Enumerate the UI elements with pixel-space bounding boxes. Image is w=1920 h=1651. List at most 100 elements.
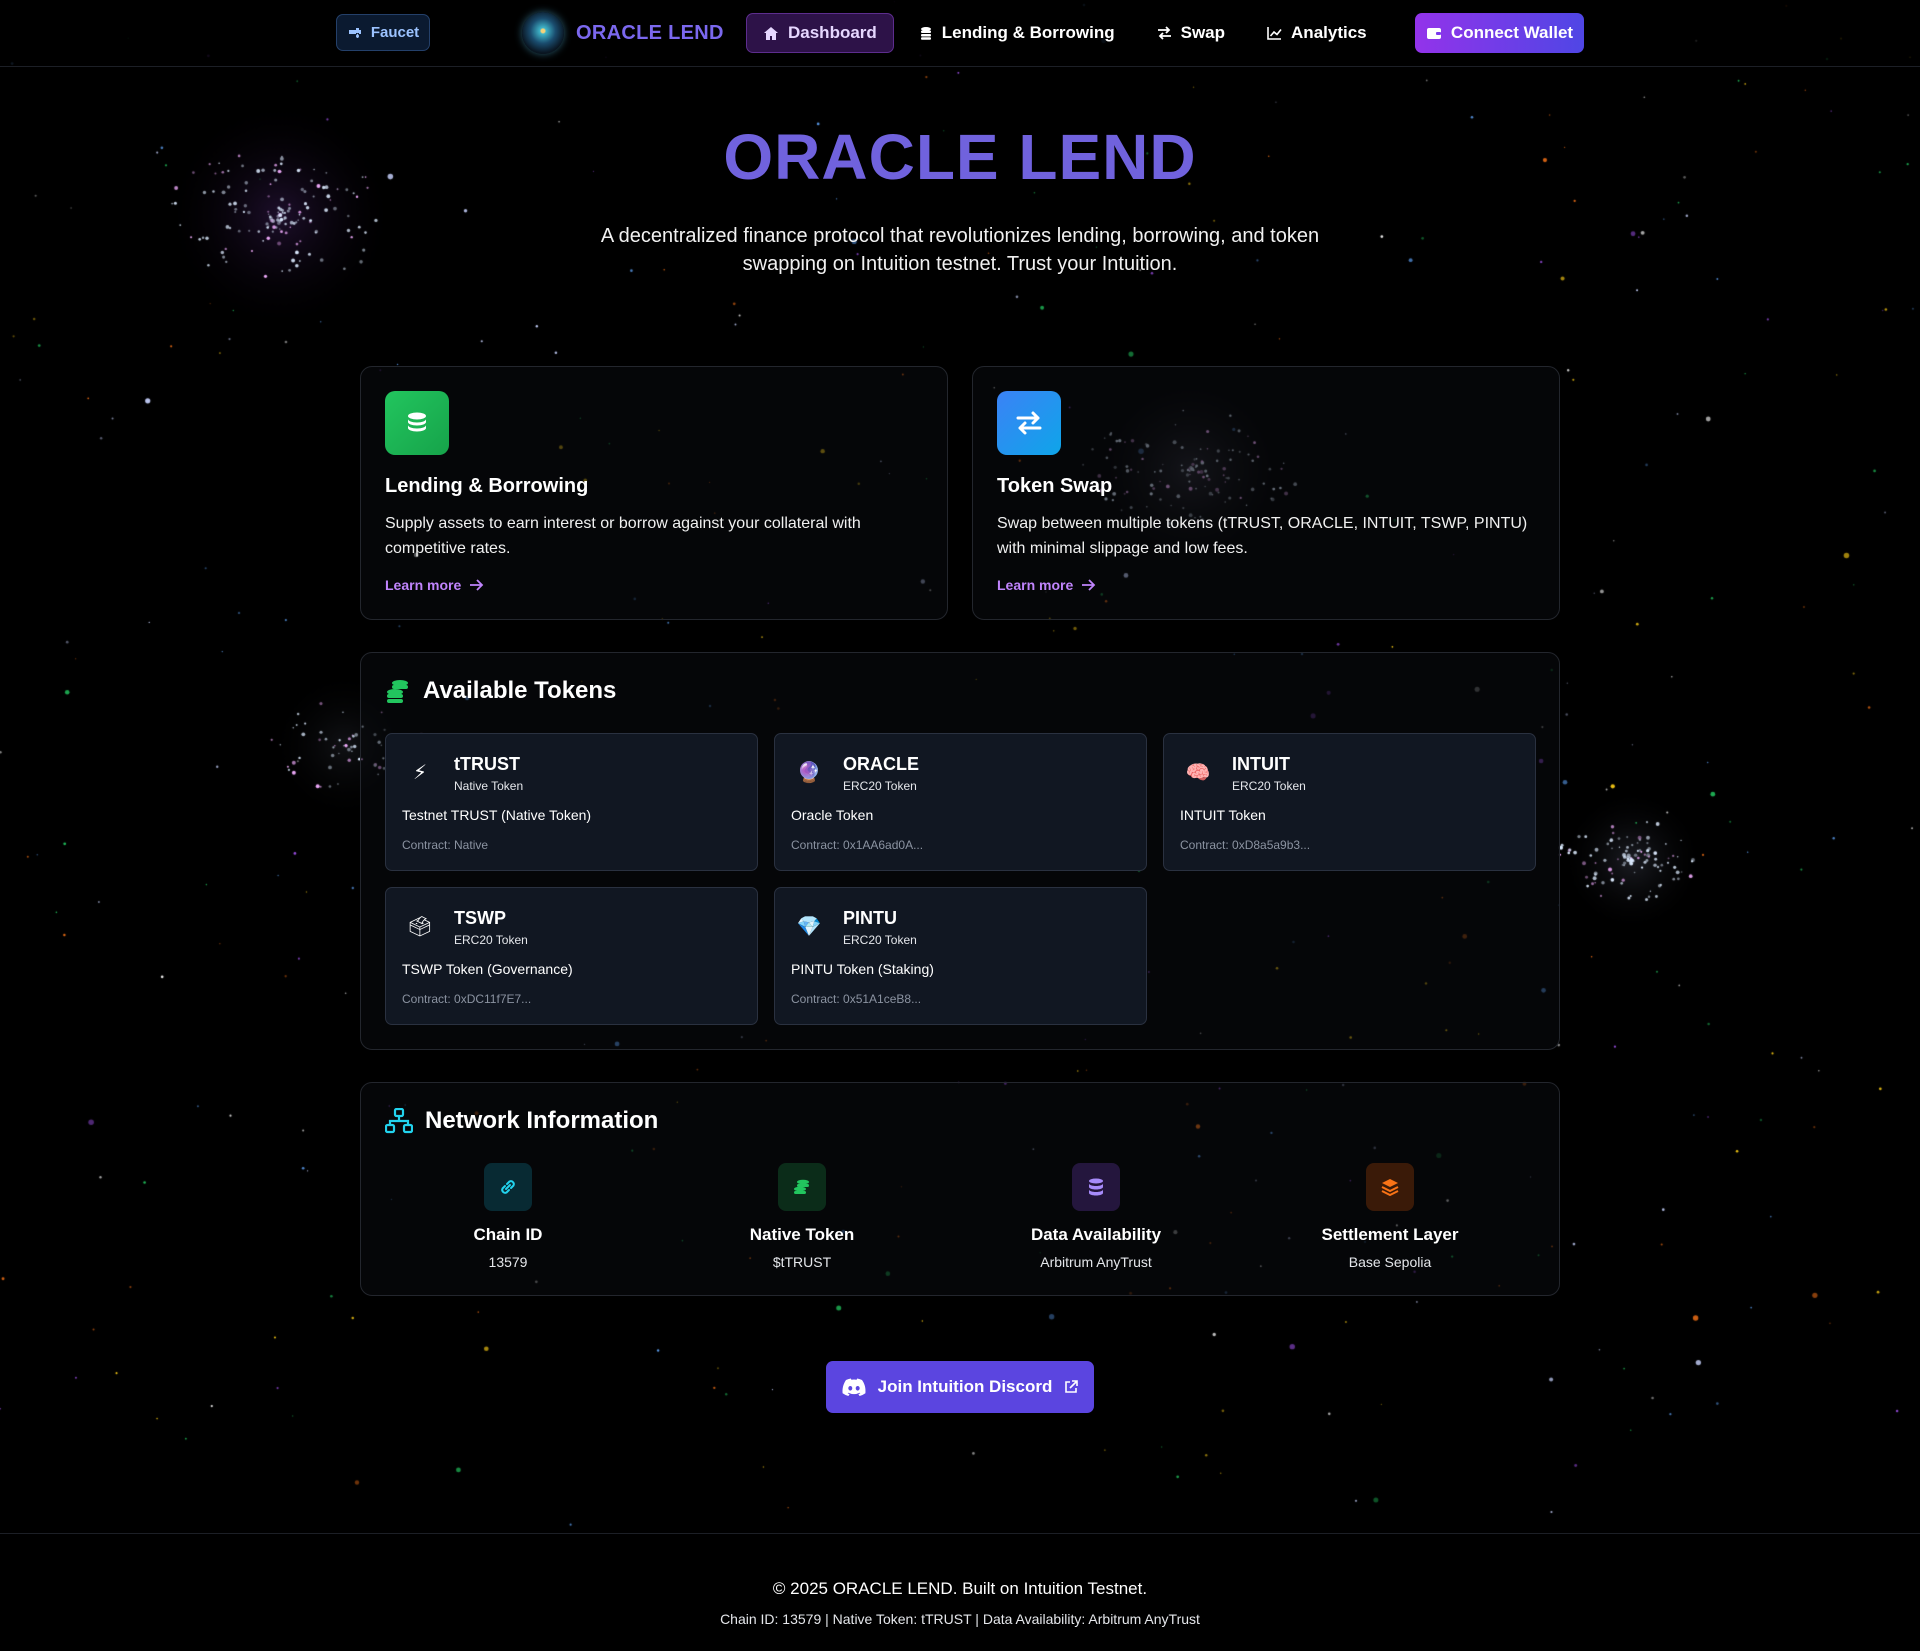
token-symbol: INTUIT bbox=[1232, 754, 1290, 774]
link-icon bbox=[484, 1163, 532, 1211]
crystal-ball-icon: 🔮 bbox=[796, 761, 822, 784]
token-name: PINTU Token (Staking) bbox=[791, 961, 934, 977]
network-item-data-availability: Data Availability Arbitrum AnyTrust bbox=[949, 1163, 1243, 1270]
network-label: Settlement Layer bbox=[1321, 1225, 1459, 1244]
chart-line-icon bbox=[1267, 27, 1282, 40]
network-label: Chain ID bbox=[473, 1225, 543, 1244]
database-icon bbox=[1072, 1163, 1120, 1211]
coins-icon bbox=[385, 391, 449, 455]
nav-links: Dashboard Lending & Borrowing Swap Analy… bbox=[746, 13, 1384, 53]
network-label: Native Token bbox=[749, 1225, 855, 1244]
hero-title: ORACLE LEND bbox=[723, 121, 1197, 193]
faucet-button[interactable]: Faucet bbox=[336, 14, 430, 51]
swap-arrows-icon bbox=[997, 391, 1061, 455]
ballot-box-icon: 🗳 bbox=[407, 915, 433, 938]
top-nav: Faucet ORACLE LEND Dashboard Lending & B… bbox=[0, 0, 1920, 67]
feature-description: Supply assets to earn interest or borrow… bbox=[385, 515, 861, 557]
hero-subtitle: A decentralized finance protocol that re… bbox=[600, 225, 1320, 275]
token-card-ttrust[interactable]: ⚡ tTRUST Native Token Testnet TRUST (Nat… bbox=[385, 733, 758, 871]
token-card-oracle[interactable]: 🔮 ORACLE ERC20 Token Oracle Token Contra… bbox=[774, 733, 1147, 871]
layers-icon bbox=[1366, 1163, 1414, 1211]
token-card-intuit[interactable]: 🧠 INTUIT ERC20 Token INTUIT Token Contra… bbox=[1163, 733, 1536, 871]
join-discord-label: Join Intuition Discord bbox=[877, 1377, 1053, 1396]
network-item-settlement-layer: Settlement Layer Base Sepolia bbox=[1243, 1163, 1537, 1270]
network-item-chain-id: Chain ID 13579 bbox=[361, 1163, 655, 1270]
nav-analytics-label: Analytics bbox=[1291, 23, 1367, 42]
arrow-right-icon bbox=[1082, 579, 1096, 591]
home-icon bbox=[764, 26, 778, 40]
token-contract: Contract: Native bbox=[402, 838, 489, 852]
section-heading: Available Tokens bbox=[385, 677, 616, 705]
nav-swap-label: Swap bbox=[1180, 23, 1226, 42]
faucet-icon bbox=[348, 27, 361, 38]
brand[interactable]: ORACLE LEND bbox=[522, 12, 724, 54]
token-contract: Contract: 0xD8a5a9b3... bbox=[1180, 838, 1311, 852]
footer-info: Chain ID: 13579 | Native Token: tTRUST |… bbox=[720, 1611, 1200, 1627]
token-symbol: ORACLE bbox=[843, 754, 919, 774]
swap-arrows-icon bbox=[1157, 26, 1171, 40]
token-type: ERC20 Token bbox=[843, 933, 917, 947]
join-discord-button[interactable]: Join Intuition Discord bbox=[826, 1361, 1094, 1413]
nav-analytics[interactable]: Analytics bbox=[1250, 13, 1384, 53]
learn-more-label: Learn more bbox=[385, 577, 462, 593]
token-name: Oracle Token bbox=[791, 807, 874, 823]
network-value: 13579 bbox=[488, 1254, 528, 1270]
learn-more-link[interactable]: Learn more bbox=[997, 577, 1096, 593]
token-contract: Contract: 0x1AA6ad0A... bbox=[791, 838, 924, 852]
connect-wallet-label: Connect Wallet bbox=[1450, 23, 1574, 42]
coins-icon bbox=[387, 680, 408, 703]
section-heading: Network Information bbox=[385, 1107, 658, 1135]
learn-more-link[interactable]: Learn more bbox=[385, 577, 484, 593]
nav-dashboard[interactable]: Dashboard bbox=[746, 13, 894, 53]
token-name: Testnet TRUST (Native Token) bbox=[402, 807, 592, 823]
brand-logo bbox=[522, 12, 564, 54]
nav-dashboard-label: Dashboard bbox=[788, 23, 877, 42]
nav-swap[interactable]: Swap bbox=[1140, 13, 1242, 53]
nav-lending-borrowing[interactable]: Lending & Borrowing bbox=[902, 13, 1132, 53]
token-symbol: tTRUST bbox=[454, 754, 520, 774]
feature-description: Swap between multiple tokens (tTRUST, OR… bbox=[997, 515, 1528, 557]
network-label: Data Availability bbox=[1030, 1225, 1162, 1244]
network-value: Arbitrum AnyTrust bbox=[1040, 1254, 1152, 1270]
token-card-tswp[interactable]: 🗳 TSWP ERC20 Token TSWP Token (Governanc… bbox=[385, 887, 758, 1025]
nav-lending-label: Lending & Borrowing bbox=[941, 23, 1115, 42]
network-information-section: Network Information Chain ID 13579 Nativ… bbox=[360, 1082, 1560, 1296]
token-contract: Contract: 0xDC11f7E7... bbox=[402, 992, 532, 1006]
coins-icon bbox=[778, 1163, 826, 1211]
token-type: ERC20 Token bbox=[1232, 779, 1306, 793]
section-title: Available Tokens bbox=[423, 677, 617, 704]
network-value: Base Sepolia bbox=[1348, 1254, 1432, 1270]
token-contract: Contract: 0x51A1ceB8... bbox=[791, 992, 922, 1006]
footer-copyright: © 2025 ORACLE LEND. Built on Intuition T… bbox=[772, 1579, 1148, 1598]
available-tokens-section: Available Tokens ⚡ tTRUST Native Token T… bbox=[360, 652, 1560, 1050]
token-symbol: PINTU bbox=[843, 908, 897, 928]
token-symbol: TSWP bbox=[454, 908, 506, 928]
section-title: Network Information bbox=[425, 1107, 659, 1134]
gem-icon: 💎 bbox=[796, 915, 822, 938]
wallet-icon bbox=[1426, 28, 1441, 39]
feature-title: Lending & Borrowing bbox=[385, 475, 589, 497]
token-name: TSWP Token (Governance) bbox=[402, 961, 573, 977]
token-type: ERC20 Token bbox=[843, 779, 917, 793]
lightning-icon: ⚡ bbox=[412, 761, 428, 784]
discord-icon bbox=[842, 1378, 866, 1396]
arrow-right-icon bbox=[470, 579, 484, 591]
token-type: ERC20 Token bbox=[454, 933, 528, 947]
faucet-label: Faucet bbox=[370, 24, 420, 41]
learn-more-label: Learn more bbox=[997, 577, 1074, 593]
feature-card-lending[interactable]: Lending & Borrowing Supply assets to ear… bbox=[360, 366, 948, 620]
external-link-icon bbox=[1065, 1380, 1079, 1393]
coins-icon bbox=[920, 27, 931, 40]
token-card-pintu[interactable]: 💎 PINTU ERC20 Token PINTU Token (Staking… bbox=[774, 887, 1147, 1025]
footer: © 2025 ORACLE LEND. Built on Intuition T… bbox=[0, 1533, 1920, 1651]
network-item-native-token: Native Token $tTRUST bbox=[655, 1163, 949, 1270]
brand-name: ORACLE LEND bbox=[576, 21, 724, 44]
token-name: INTUIT Token bbox=[1180, 807, 1266, 823]
brain-icon: 🧠 bbox=[1185, 761, 1211, 784]
feature-title: Token Swap bbox=[997, 475, 1113, 497]
connect-wallet-button[interactable]: Connect Wallet bbox=[1415, 13, 1584, 53]
network-icon bbox=[385, 1108, 413, 1134]
feature-card-swap[interactable]: Token Swap Swap between multiple tokens … bbox=[972, 366, 1560, 620]
network-value: $tTRUST bbox=[772, 1254, 832, 1270]
token-type: Native Token bbox=[454, 779, 524, 793]
